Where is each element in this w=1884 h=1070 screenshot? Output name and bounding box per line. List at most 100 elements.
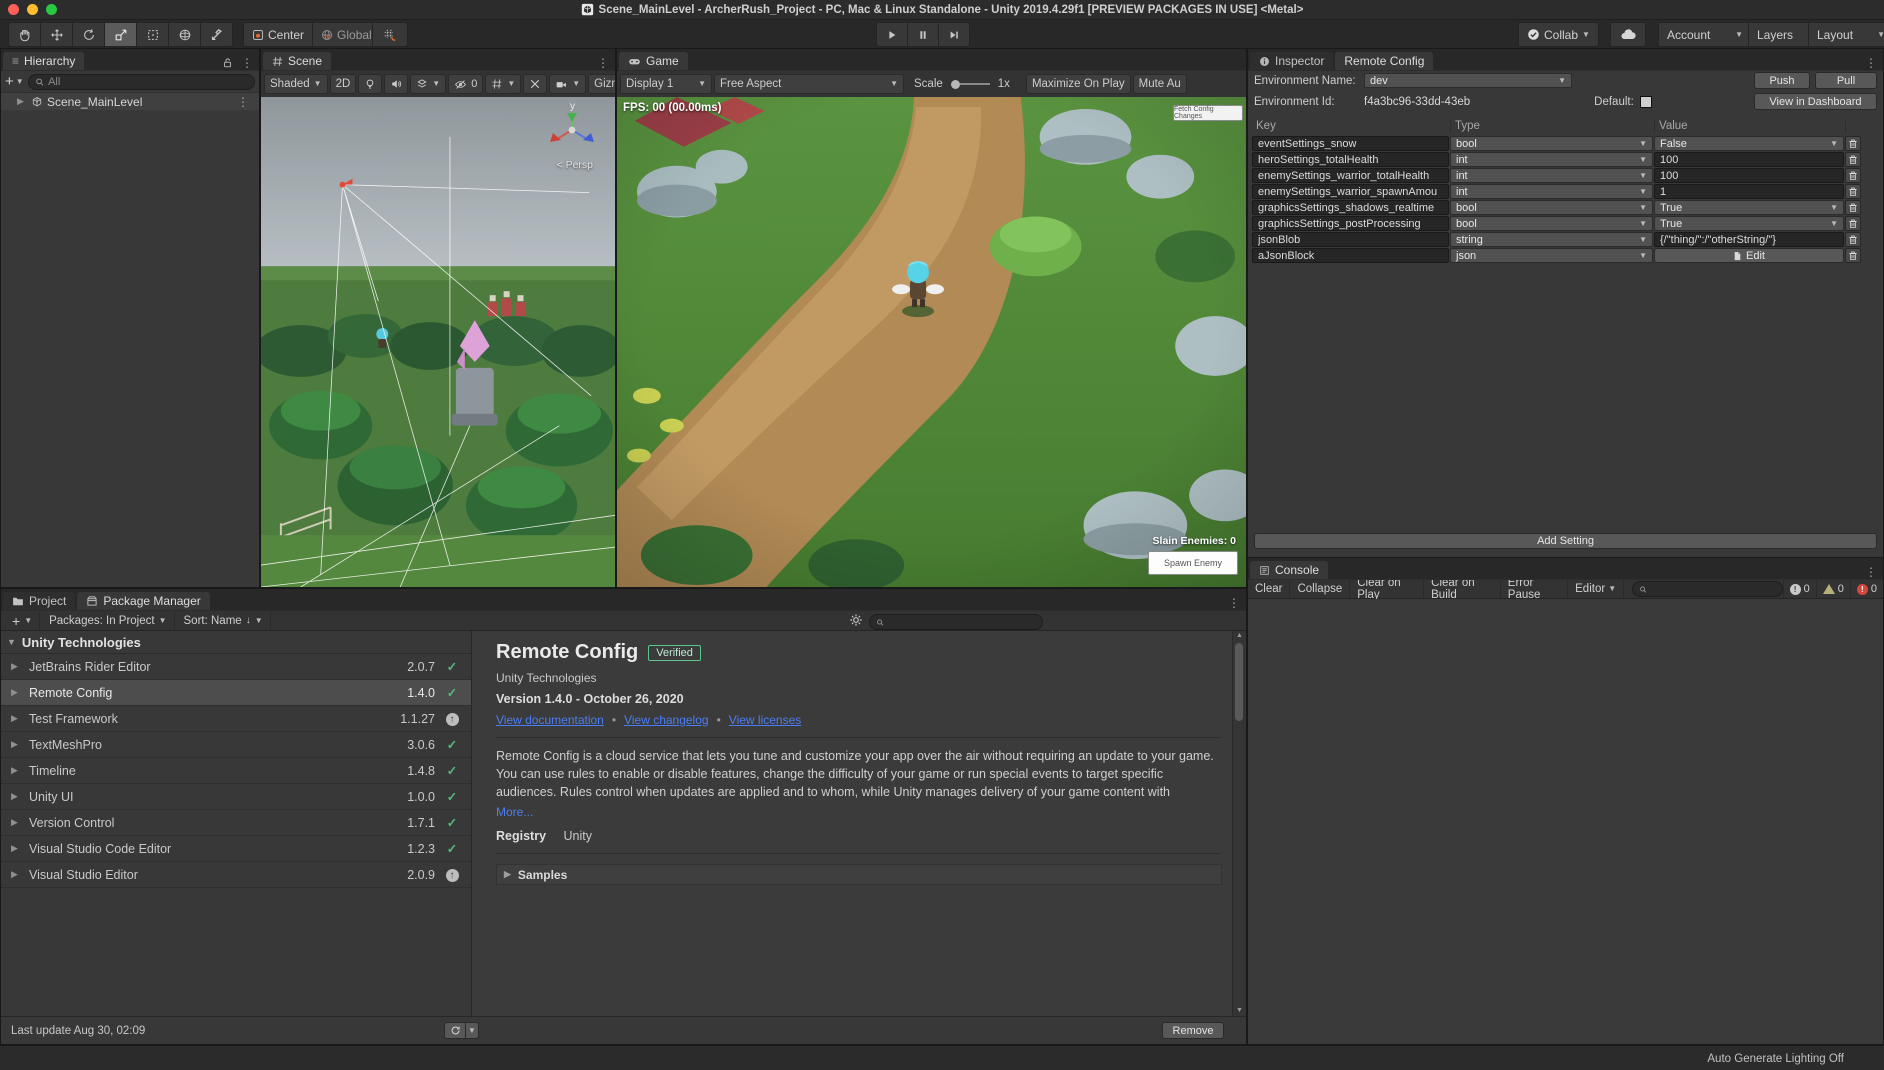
package-row[interactable]: ▶ Visual Studio Code Editor 1.2.3 ✓ — [1, 836, 471, 862]
expand-arrow-icon[interactable]: ▶ — [11, 687, 21, 698]
more-link[interactable]: More... — [496, 805, 1222, 819]
package-group-header[interactable]: ▼ Unity Technologies — [1, 631, 471, 654]
view-documentation-link[interactable]: View documentation — [496, 713, 604, 727]
scroll-up-arrow[interactable]: ▲ — [1233, 631, 1246, 641]
custom-tool-button[interactable] — [201, 22, 233, 47]
package-row[interactable]: ▶ Timeline 1.4.8 ✓ — [1, 758, 471, 784]
config-value-dropdown[interactable]: False▼ — [1654, 136, 1844, 151]
shading-mode-dropdown[interactable]: Shaded▼ — [264, 74, 328, 94]
package-manager-menu-icon[interactable]: ⋮ — [1222, 596, 1246, 610]
push-button[interactable]: Push — [1754, 72, 1810, 89]
add-setting-button[interactable]: Add Setting — [1254, 533, 1877, 549]
config-type-dropdown[interactable]: int▼ — [1450, 152, 1653, 167]
maximize-on-play-button[interactable]: Maximize On Play — [1026, 74, 1131, 94]
expand-arrow-icon[interactable]: ▶ — [11, 713, 21, 724]
hierarchy-search[interactable] — [28, 74, 255, 90]
scene-orientation-gizmo[interactable]: y — [543, 99, 601, 157]
view-in-dashboard-button[interactable]: View in Dashboard — [1754, 93, 1877, 110]
fetch-config-button[interactable]: Fetch Config Changes — [1173, 105, 1243, 121]
scene-camera-dropdown[interactable]: ▼ — [549, 74, 586, 94]
create-object-button[interactable]: +▼ — [5, 74, 24, 89]
error-pause-button[interactable]: Error Pause — [1501, 580, 1568, 598]
scale-slider[interactable] — [951, 80, 990, 89]
editor-dropdown[interactable]: Editor▼ — [1568, 580, 1624, 598]
config-key-field[interactable] — [1252, 200, 1449, 215]
scene-grid-dropdown[interactable]: ▼ — [485, 74, 521, 94]
config-key-field[interactable] — [1252, 152, 1449, 167]
delete-setting-button[interactable] — [1845, 248, 1861, 263]
config-key-field[interactable] — [1252, 248, 1449, 263]
tab-hierarchy[interactable]: ≡ Hierarchy — [3, 52, 84, 70]
scene-viewport[interactable]: y < Persp — [261, 97, 615, 587]
expand-arrow-icon[interactable]: ▶ — [11, 765, 21, 776]
auto-generate-lighting-toggle[interactable]: Auto Generate Lighting Off — [1707, 1053, 1844, 1065]
view-licenses-link[interactable]: View licenses — [729, 713, 801, 727]
package-settings-button[interactable] — [849, 613, 863, 627]
orientation-toggle-button[interactable]: Global — [313, 22, 381, 47]
scene-audio-button[interactable] — [384, 74, 408, 94]
mute-audio-button[interactable]: Mute Au — [1133, 74, 1187, 94]
environment-dropdown[interactable]: dev▼ — [1364, 73, 1572, 88]
tab-remote-config[interactable]: Remote Config — [1335, 52, 1433, 70]
package-row[interactable]: ▶ TextMeshPro 3.0.6 ✓ — [1, 732, 471, 758]
config-key-field[interactable] — [1252, 168, 1449, 183]
collapse-button[interactable]: Collapse — [1290, 580, 1350, 598]
scene-visibility-button[interactable]: 0 — [448, 74, 483, 94]
view-changelog-link[interactable]: View changelog — [624, 713, 709, 727]
package-search-input[interactable] — [888, 616, 1036, 628]
spawn-enemy-button[interactable]: Spawn Enemy — [1148, 551, 1238, 575]
tab-package-manager[interactable]: Package Manager — [77, 592, 209, 610]
remove-package-button[interactable]: Remove — [1162, 1022, 1224, 1039]
config-type-dropdown[interactable]: json▼ — [1450, 248, 1653, 263]
scene-panel-menu-icon[interactable]: ⋮ — [591, 56, 615, 70]
clear-on-play-button[interactable]: Clear on Play — [1350, 580, 1424, 598]
edit-json-button[interactable]: Edit — [1654, 248, 1844, 263]
hierarchy-item-scene[interactable]: ▶ Scene_MainLevel ⋮ — [1, 93, 259, 110]
packages-filter-dropdown[interactable]: Packages: In Project▼ — [42, 611, 174, 630]
console-menu-icon[interactable]: ⋮ — [1859, 565, 1883, 579]
delete-setting-button[interactable] — [1845, 232, 1861, 247]
config-key-field[interactable] — [1252, 184, 1449, 199]
expand-arrow-icon[interactable]: ▶ — [17, 96, 27, 107]
scale-tool-button[interactable] — [105, 22, 137, 47]
default-checkbox[interactable] — [1640, 96, 1652, 108]
config-value-dropdown[interactable]: True▼ — [1654, 216, 1844, 231]
scale-knob[interactable] — [951, 80, 960, 89]
step-button[interactable] — [939, 22, 970, 47]
package-row[interactable]: ▶ Unity UI 1.0.0 ✓ — [1, 784, 471, 810]
package-row[interactable]: ▶ JetBrains Rider Editor 2.0.7 ✓ — [1, 654, 471, 680]
expand-arrow-icon[interactable]: ▶ — [11, 739, 21, 750]
gizmos-dropdown[interactable]: Gizmos — [588, 74, 615, 94]
transform-tool-button[interactable] — [169, 22, 201, 47]
expand-arrow-icon[interactable]: ▶ — [11, 869, 21, 880]
info-count-toggle[interactable]: ! 0 — [1783, 580, 1816, 598]
expand-arrow-icon[interactable]: ▶ — [11, 661, 21, 672]
config-value-dropdown[interactable]: True▼ — [1654, 200, 1844, 215]
config-value-field[interactable] — [1654, 168, 1844, 183]
config-type-dropdown[interactable]: bool▼ — [1450, 216, 1653, 231]
hierarchy-search-input[interactable] — [48, 76, 248, 88]
tab-project[interactable]: Project — [3, 592, 75, 610]
toggle-2d-button[interactable]: 2D — [330, 74, 357, 94]
detail-scrollbar[interactable]: ▲ ▼ — [1232, 631, 1246, 1016]
inspector-menu-icon[interactable]: ⋮ — [1859, 56, 1883, 70]
display-dropdown[interactable]: Display 1▼ — [620, 74, 712, 94]
config-type-dropdown[interactable]: string▼ — [1450, 232, 1653, 247]
scene-lighting-button[interactable] — [358, 74, 382, 94]
scroll-down-arrow[interactable]: ▼ — [1233, 1006, 1246, 1016]
console-log-area[interactable] — [1248, 599, 1883, 1044]
grid-snap-button[interactable] — [372, 22, 408, 47]
scene-effects-dropdown[interactable]: ▼ — [410, 74, 446, 94]
move-tool-button[interactable] — [41, 22, 73, 47]
add-package-button[interactable]: +▼ — [5, 611, 40, 630]
tab-scene[interactable]: Scene — [263, 52, 331, 70]
samples-foldout[interactable]: ▶ Samples — [496, 864, 1222, 885]
clear-button[interactable]: Clear — [1248, 580, 1290, 598]
hand-tool-button[interactable] — [8, 22, 41, 47]
delete-setting-button[interactable] — [1845, 216, 1861, 231]
delete-setting-button[interactable] — [1845, 168, 1861, 183]
pause-button[interactable] — [908, 22, 939, 47]
sort-dropdown[interactable]: Sort: Name↓▼ — [177, 611, 271, 630]
cloud-services-button[interactable] — [1610, 22, 1646, 47]
config-value-field[interactable] — [1654, 184, 1844, 199]
